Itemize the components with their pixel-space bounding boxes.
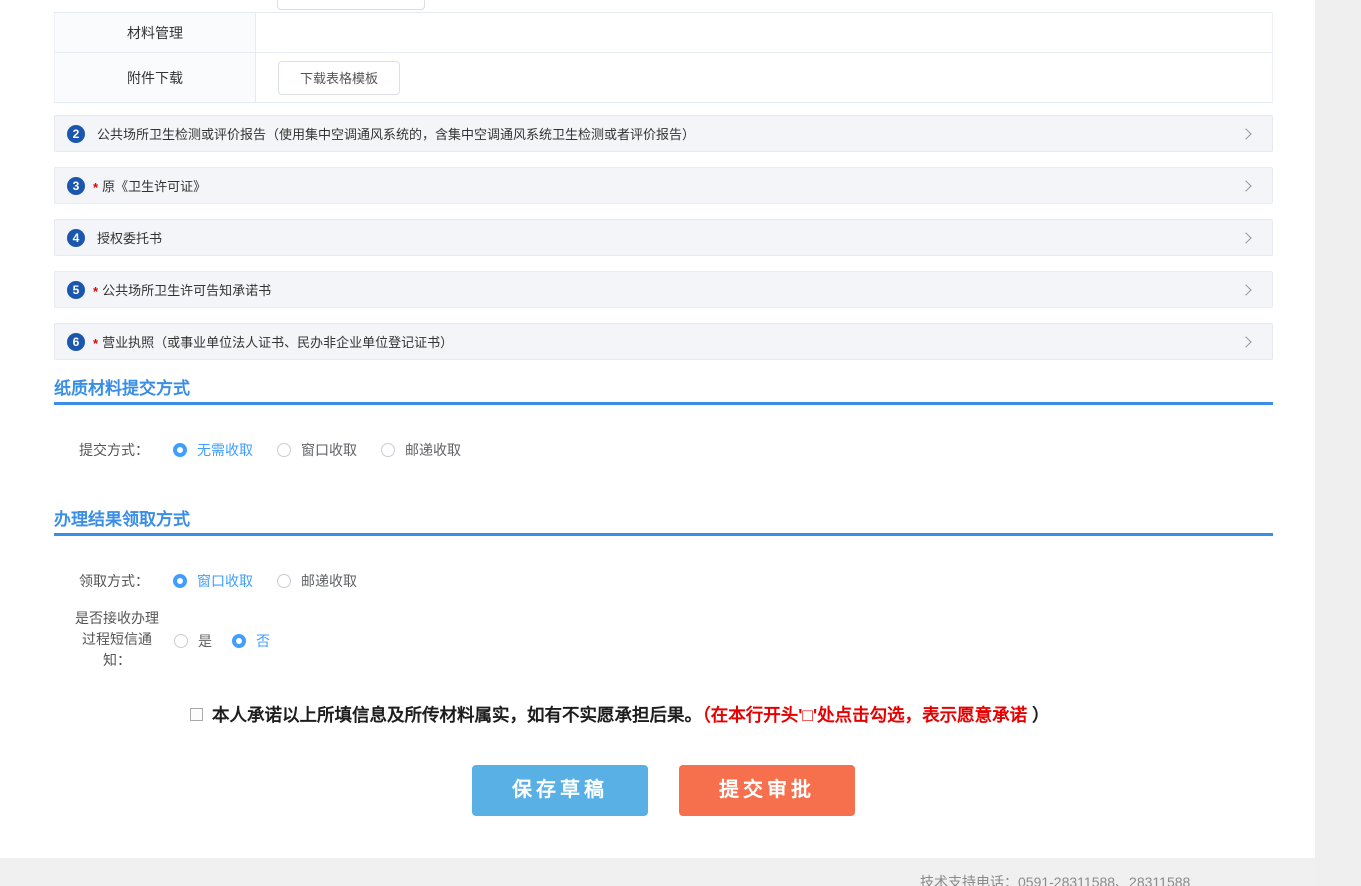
radio-unchecked-icon[interactable] [277,574,291,588]
save-draft-button[interactable]: 保存草稿 [472,765,648,816]
chevron-right-icon [1240,128,1251,139]
accordion-item-6[interactable]: 6 * 营业执照（或事业单位法人证书、民办非企业单位登记证书） [54,323,1273,360]
support-phone-text: 技术支持电话：0591-28311588、28311588 [920,872,1190,886]
scrollbar-gutter[interactable] [1315,0,1361,886]
radio-unchecked-icon[interactable] [381,443,395,457]
submit-method-label: 提交方式： [79,440,149,460]
radio-option-mail-collect[interactable]: 邮递收取 [381,440,461,460]
pickup-method-row: 领取方式： 窗口收取 邮递收取 [79,571,381,591]
commitment-text-red: （在本行开头'□'处点击勾选，表示愿意承诺 [702,705,1027,725]
radio-option-no-collect[interactable]: 无需收取 [173,440,253,460]
radio-option-sms-no[interactable]: 否 [232,631,270,651]
page: 材料管理 附件下载 下载表格模板 2 公共场所卫生检测或评价报告（使用集中空调通… [0,0,1361,886]
material-info-table: 材料管理 附件下载 下载表格模板 [54,12,1273,103]
radio-checked-icon[interactable] [173,443,187,457]
commitment-checkbox[interactable] [190,708,203,721]
radio-checked-icon[interactable] [173,574,187,588]
radio-unchecked-icon[interactable] [277,443,291,457]
accordion-item-3[interactable]: 3 * 原《卫生许可证》 [54,167,1273,204]
download-template-button[interactable]: 下载表格模板 [278,61,400,95]
accordion-item-4[interactable]: 4 授权委托书 [54,219,1273,256]
accordion-title: 原《卫生许可证》 [102,176,206,195]
chevron-right-icon [1240,336,1251,347]
item-number-badge: 2 [67,125,85,143]
chevron-right-icon [1240,232,1251,243]
section-rule [54,402,1273,405]
commitment-text-black: 本人承诺以上所填信息及所传材料属实，如有不实愿承担后果。 [212,705,702,725]
accordion-title: 公共场所卫生检测或评价报告（使用集中空调通风系统的，含集中空调通风系统卫生检测或… [97,124,695,143]
radio-checked-icon[interactable] [232,634,246,648]
section-title-result-pickup: 办理结果领取方式 [54,505,190,530]
radio-option-window-pickup[interactable]: 窗口收取 [173,571,253,591]
material-manage-label: 材料管理 [55,13,256,52]
required-asterisk: * [93,180,98,195]
submit-approval-button[interactable]: 提交审批 [679,765,855,816]
sms-notify-options: 是 否 [174,631,290,651]
chevron-right-icon [1240,284,1251,295]
radio-unchecked-icon[interactable] [174,634,188,648]
attachment-download-value: 下载表格模板 [256,53,1272,102]
radio-option-sms-yes[interactable]: 是 [174,631,212,651]
item-number-badge: 3 [67,177,85,195]
accordion-title: 公共场所卫生许可告知承诺书 [102,280,271,299]
sms-notify-label: 是否接收办理过程短信通知： [73,608,161,671]
table-row: 附件下载 下载表格模板 [55,53,1272,103]
commitment-text: 本人承诺以上所填信息及所传材料属实，如有不实愿承担后果。（在本行开头'□'处点击… [212,702,1050,727]
submit-method-row: 提交方式： 无需收取 窗口收取 邮递收取 [79,440,485,460]
item-number-badge: 4 [67,229,85,247]
material-manage-value [256,13,1272,52]
required-asterisk: * [93,336,98,351]
commitment-text-suffix: ） [1027,705,1049,725]
required-asterisk: * [93,284,98,299]
radio-option-window-collect[interactable]: 窗口收取 [277,440,357,460]
commitment-row: 本人承诺以上所填信息及所传材料属实，如有不实愿承担后果。（在本行开头'□'处点击… [190,702,1050,727]
accordion-title: 营业执照（或事业单位法人证书、民办非企业单位登记证书） [102,332,453,351]
chevron-right-icon [1240,180,1251,191]
item-number-badge: 6 [67,333,85,351]
accordion-item-2[interactable]: 2 公共场所卫生检测或评价报告（使用集中空调通风系统的，含集中空调通风系统卫生检… [54,115,1273,152]
attachment-download-label: 附件下载 [55,53,256,102]
page-footer: 技术支持电话：0591-28311588、28311588 [0,858,1361,886]
table-row: 材料管理 [55,13,1272,53]
accordion-item-5[interactable]: 5 * 公共场所卫生许可告知承诺书 [54,271,1273,308]
accordion-title: 授权委托书 [97,228,162,247]
section-title-paper-submit: 纸质材料提交方式 [54,374,190,399]
radio-option-mail-pickup[interactable]: 邮递收取 [277,571,357,591]
pickup-method-label: 领取方式： [79,571,149,591]
item-number-badge: 5 [67,281,85,299]
truncated-input[interactable] [277,0,425,10]
section-rule [54,533,1273,536]
